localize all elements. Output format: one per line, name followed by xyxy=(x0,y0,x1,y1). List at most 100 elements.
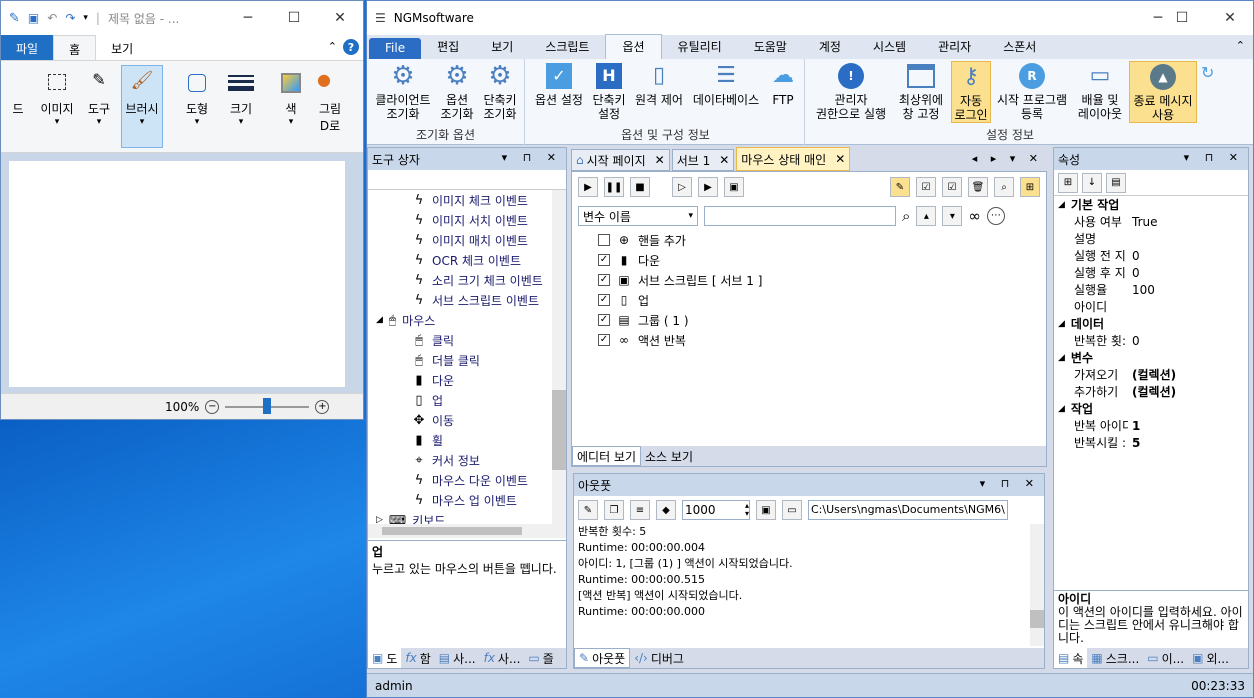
tab-source-view[interactable]: 소스 보기 xyxy=(641,446,697,466)
bottom-tab[interactable]: fx 함 xyxy=(401,648,434,668)
shortcut-settings-button[interactable]: H 단축키 설정 xyxy=(589,61,629,121)
tree-item[interactable]: 🖱 더블 클릭 xyxy=(412,350,566,370)
list-icon[interactable]: ≡ xyxy=(630,500,650,520)
action-item[interactable]: ✓ ▮ 다운 xyxy=(598,250,1046,270)
tab-account[interactable]: 계정 xyxy=(803,35,857,59)
tree-item[interactable]: ϟ 이미지 서치 이벤트 xyxy=(412,210,566,230)
redo-icon[interactable]: ↷ xyxy=(65,11,75,25)
property-row[interactable]: 아이디 xyxy=(1054,298,1248,315)
tab-options[interactable]: 옵션 xyxy=(605,34,662,59)
collapse-ribbon-icon[interactable]: ⌃ xyxy=(1236,39,1245,52)
property-value[interactable]: 100 xyxy=(1128,283,1155,297)
brush-icon[interactable]: ✎ xyxy=(578,500,598,520)
zoom-slider[interactable] xyxy=(225,397,310,414)
tree-icon[interactable]: ⊞ xyxy=(1020,177,1040,197)
property-row[interactable]: 반복시킬 :5 xyxy=(1054,434,1248,451)
bottom-tab[interactable]: ▣ 도 xyxy=(368,648,402,668)
property-category[interactable]: ◢ 데이터 xyxy=(1054,315,1248,332)
search-icon[interactable]: ⌕ xyxy=(994,177,1014,197)
tree-item[interactable]: ✥ 이동 xyxy=(412,410,566,430)
doc-tab-controls[interactable]: ◂ ▸ ▾ ✕ xyxy=(972,152,1043,165)
property-value[interactable]: True xyxy=(1128,215,1158,229)
tree-item[interactable]: 🖱 클릭 xyxy=(412,330,566,350)
run-as-admin-button[interactable]: ! 관리자 권한으로 실행 xyxy=(811,61,891,121)
refresh-icon[interactable]: ↻ xyxy=(1201,63,1214,82)
tab-utility[interactable]: 유틸리티 xyxy=(662,35,738,59)
tab-help[interactable]: 도움말 xyxy=(738,35,803,59)
action-checkbox[interactable]: ✓ xyxy=(598,294,610,306)
action-checkbox[interactable]: ✓ xyxy=(598,274,610,286)
bottom-tab[interactable]: ▣ 외... xyxy=(1188,648,1233,668)
tab-home[interactable]: 홈 xyxy=(53,35,97,60)
bottom-tab[interactable]: ▤ 속 xyxy=(1054,648,1088,668)
ngm-close-button[interactable]: ✕ xyxy=(1207,1,1253,35)
output-scrollbar[interactable] xyxy=(1030,524,1044,646)
close-button[interactable]: ✕ xyxy=(317,1,363,35)
tree-item[interactable]: ϟ 마우스 업 이벤트 xyxy=(412,490,566,510)
toolbox-scrollbar[interactable] xyxy=(552,190,566,524)
remote-control-button[interactable]: ▯ 원격 제어 xyxy=(631,61,687,108)
delete-icon[interactable]: 🗑 xyxy=(968,177,988,197)
zoom-out-icon[interactable]: − xyxy=(205,399,220,414)
loop-icon[interactable]: ∞ xyxy=(968,207,981,225)
database-button[interactable]: ☰ 데이타베이스 xyxy=(689,61,763,108)
pause-icon[interactable]: ❚❚ xyxy=(604,177,624,197)
tree-node-mouse[interactable]: ◢ 🖱 마우스 xyxy=(368,310,566,330)
reset-client-button[interactable]: ⚙ 클라이언트 조기화 xyxy=(371,61,435,121)
more-icon[interactable]: ⋯ xyxy=(986,207,1005,225)
collapse-icon[interactable]: ◢ xyxy=(1058,404,1065,414)
sort-alpha-icon[interactable]: ↓ xyxy=(1082,172,1102,193)
line-count-stepper[interactable]: 1000 ▴ ▾ xyxy=(682,500,750,520)
tab-view[interactable]: 보기 xyxy=(96,35,148,60)
action-item[interactable]: ⊕ 핸들 추가 xyxy=(598,230,1046,250)
tree-item[interactable]: ϟ 소리 크기 체크 이벤트 xyxy=(412,270,566,290)
bottom-tab[interactable]: ▦ 스크... xyxy=(1087,648,1143,668)
tree-item[interactable]: ϟ 이미지 매치 이벤트 xyxy=(412,230,566,250)
save-icon[interactable]: ▣ xyxy=(28,11,39,25)
action-item[interactable]: ✓ ∞ 액션 반복 xyxy=(598,330,1046,350)
drawing-canvas[interactable] xyxy=(9,161,345,387)
startup-register-button[interactable]: R 시작 프로그램 등록 xyxy=(993,61,1071,121)
property-value[interactable]: 0 xyxy=(1128,334,1140,348)
tab-script[interactable]: 스크립트 xyxy=(529,35,605,59)
reset-shortcut-button[interactable]: ⚙ 단축키 조기화 xyxy=(479,61,521,121)
property-value[interactable]: (컬렉션) xyxy=(1128,366,1176,383)
move-down-icon[interactable]: ▾ xyxy=(942,206,963,226)
panel-controls[interactable]: ▾ ⊓ ✕ xyxy=(980,477,1040,490)
property-row[interactable]: 설명 xyxy=(1054,230,1248,247)
stop-icon[interactable]: ■ xyxy=(630,177,650,197)
panel-controls[interactable]: ▾ ⊓ ✕ xyxy=(502,151,562,164)
group-shapes[interactable]: 도형 ▾ xyxy=(177,65,217,148)
property-row[interactable]: 실행 전 지0 xyxy=(1054,247,1248,264)
auto-login-button[interactable]: ⚷ 자동 로그인 xyxy=(951,61,991,123)
expand-icon[interactable]: ▷ xyxy=(376,515,383,524)
doc-tab-sub1[interactable]: 서브 1 ✕ xyxy=(671,149,735,171)
bottom-tab[interactable]: ▭ 즐 xyxy=(524,648,557,668)
ngm-maximize-button[interactable]: ☐ xyxy=(1159,1,1205,35)
panel-controls[interactable]: ▾ ⊓ ✕ xyxy=(1184,151,1244,164)
toolbox-hscrollbar[interactable] xyxy=(368,524,566,538)
action-item[interactable]: ✓ ▣ 서브 스크립트 [ 서브 1 ] xyxy=(598,270,1046,290)
tab-view[interactable]: 보기 xyxy=(475,35,529,59)
step-over-icon[interactable]: ▣ xyxy=(724,177,744,197)
group-brush[interactable]: 🖌 브러시 ▾ xyxy=(121,65,163,148)
action-checkbox[interactable]: ✓ xyxy=(598,334,610,346)
property-row[interactable]: 반복 아이디 1 xyxy=(1054,417,1248,434)
close-icon[interactable]: ✕ xyxy=(835,152,845,166)
toolbox-search[interactable] xyxy=(368,170,566,190)
action-checkbox[interactable] xyxy=(598,234,610,246)
tree-item[interactable]: ϟ 서브 스크립트 이벤트 xyxy=(412,290,566,310)
always-on-top-button[interactable]: 최상위에 창 고정 xyxy=(893,61,949,121)
group-paint3d-partial[interactable]: ● 그림 D로 xyxy=(315,65,345,148)
group-image[interactable]: 이미지 ▾ xyxy=(37,65,77,148)
option-settings-button[interactable]: ✓ 옵션 설정 xyxy=(531,61,587,107)
collapse-ribbon-icon[interactable]: ⌃ xyxy=(328,40,337,53)
reset-options-button[interactable]: ⚙ 옵션 조기화 xyxy=(437,61,477,121)
stepper-arrows-icon[interactable]: ▴ ▾ xyxy=(745,502,749,518)
zoom-in-icon[interactable]: + xyxy=(315,399,330,414)
group-tools[interactable]: ✎ 도구 ▾ xyxy=(81,65,117,148)
quick-access-dropdown-icon[interactable]: ▾ xyxy=(83,13,88,23)
group-size[interactable]: 크기 ▾ xyxy=(221,65,261,148)
ftp-button[interactable]: ☁ FTP xyxy=(765,61,801,108)
property-row[interactable]: 추가하기 (컬렉션) xyxy=(1054,383,1248,400)
